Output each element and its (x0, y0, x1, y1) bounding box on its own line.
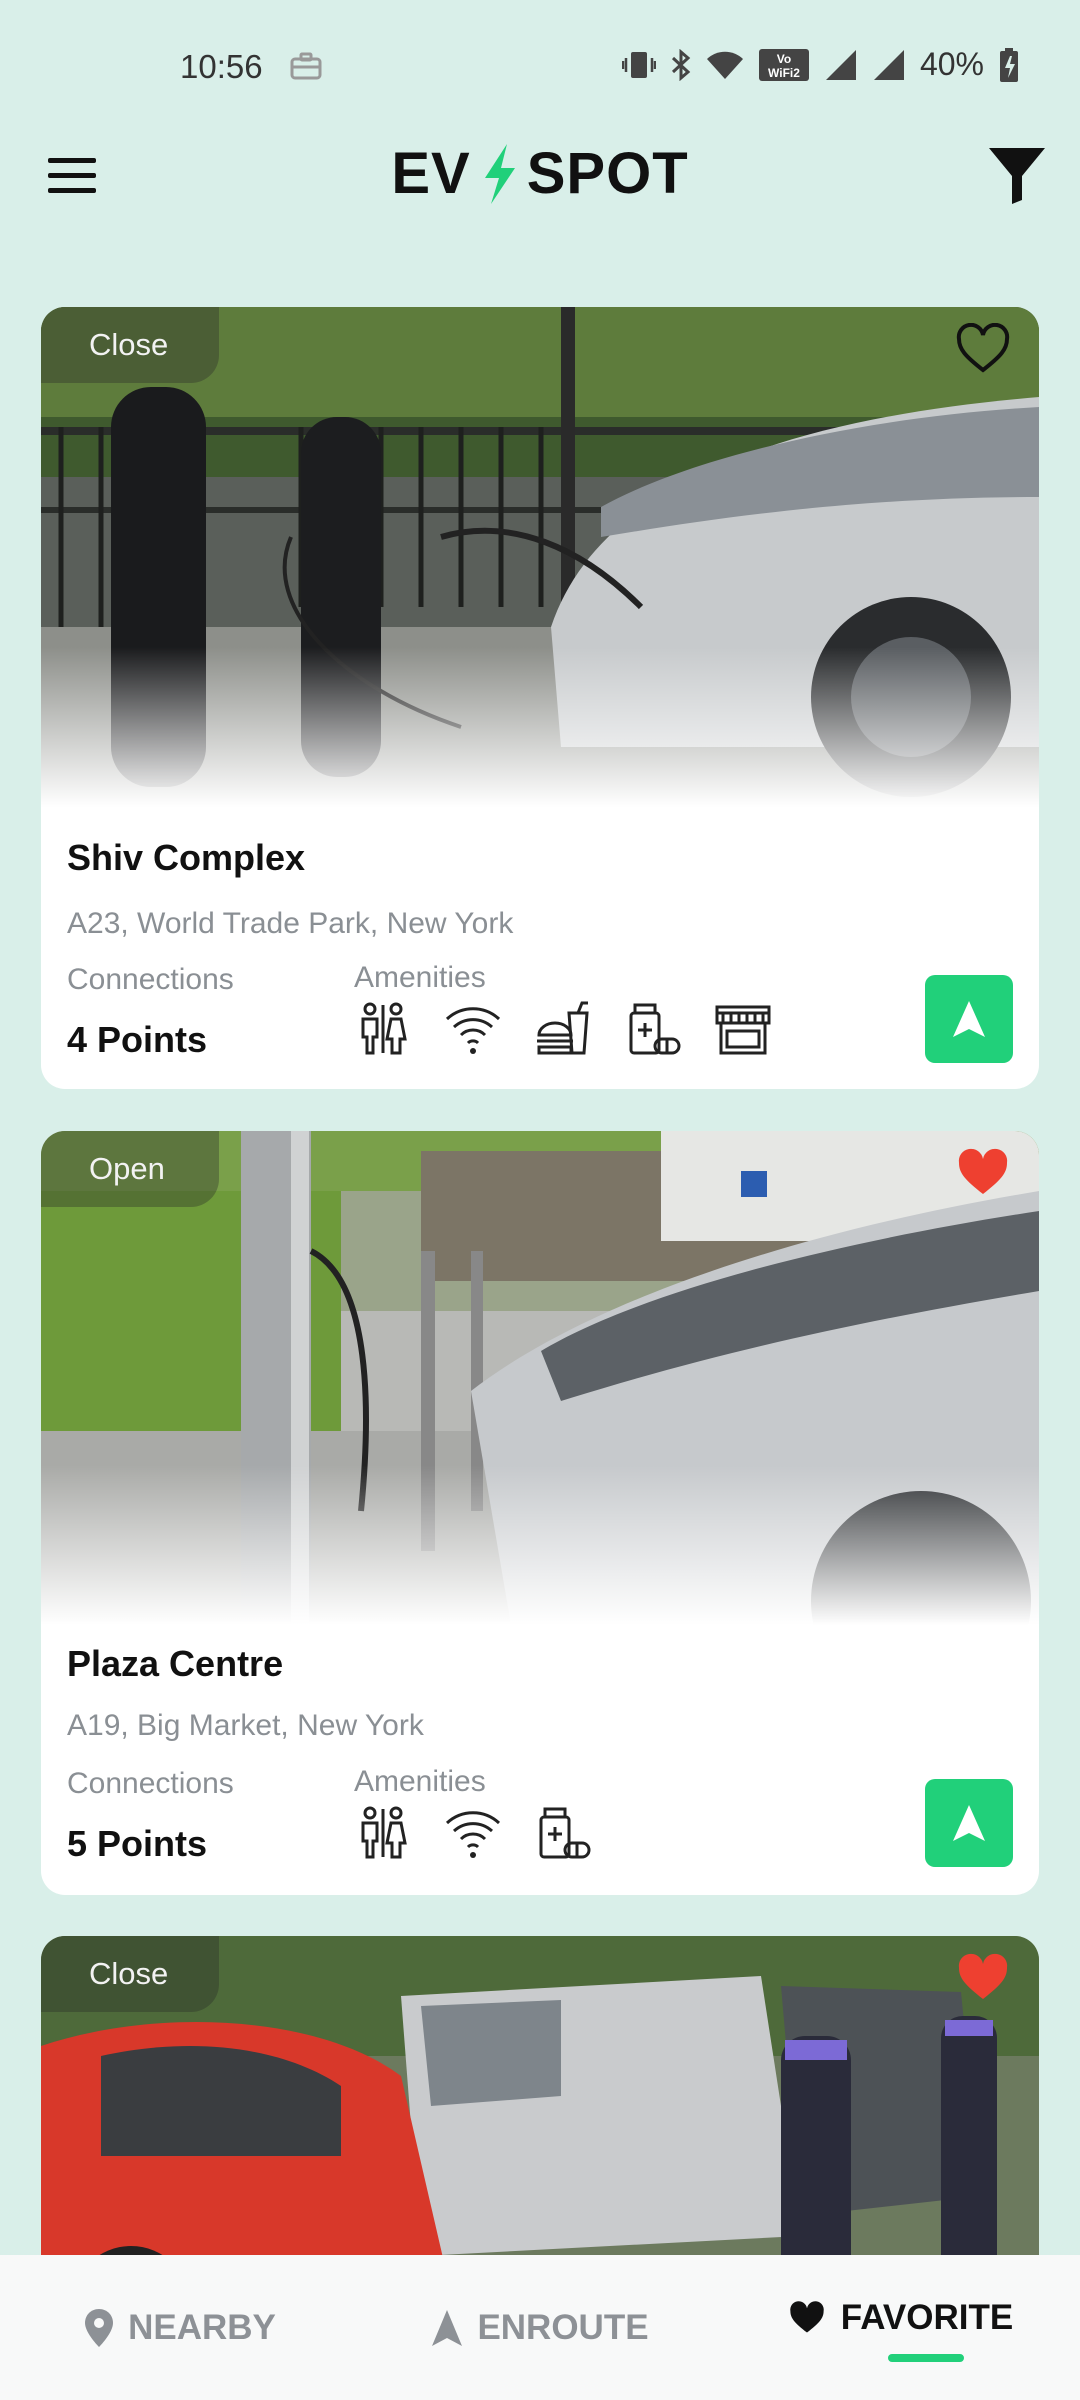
station-name: Plaza Centre (67, 1643, 284, 1684)
station-address: A23, World Trade Park, New York (67, 907, 514, 940)
status-icons: Vo WiFi2 40% (621, 46, 1020, 83)
status-badge: Close (41, 307, 219, 383)
photo-fade (41, 1465, 1039, 1625)
restroom-icon (361, 1002, 407, 1055)
navigate-button[interactable] (925, 1779, 1013, 1867)
connections-label: Connections (67, 963, 234, 996)
wifi-icon (445, 1007, 501, 1054)
lightning-bolt-icon (484, 143, 515, 204)
navigate-button[interactable] (925, 975, 1013, 1063)
food-icon (537, 1001, 589, 1055)
tab-favorite[interactable]: FAVORITE (720, 2255, 1080, 2400)
svg-text:Vo: Vo (777, 52, 791, 66)
status-badge: Open (41, 1131, 219, 1207)
signal-icon (825, 49, 856, 80)
card-body: Shiv Complex A23, World Trade Park, New … (41, 807, 1039, 1089)
favorite-filled-heart-icon[interactable] (955, 1952, 1011, 2004)
amenities-list (353, 1805, 593, 1861)
app-header: EV SPOT (0, 130, 1080, 240)
heart-icon (790, 2300, 824, 2333)
navigation-arrow-icon (953, 1001, 985, 1037)
photo-fade (41, 647, 1039, 807)
tab-enroute-label: ENROUTE (477, 2307, 649, 2347)
station-card[interactable]: Close Shiv Complex A23, World Trade Park… (41, 307, 1039, 1089)
tab-nearby[interactable]: NEARBY (0, 2255, 360, 2400)
logo-text-right: SPOT (526, 141, 689, 206)
wifi-icon (445, 1811, 501, 1858)
wifi-icon (706, 51, 743, 79)
app-logo: EV SPOT (0, 140, 1080, 207)
location-pin-icon (85, 2308, 114, 2347)
signal-icon (873, 49, 904, 80)
battery-icon (1000, 47, 1018, 82)
navigation-arrow-icon (953, 1805, 985, 1841)
status-badge: Close (41, 1936, 219, 2012)
tab-enroute[interactable]: ENROUTE (360, 2255, 720, 2400)
navigation-arrow-icon (432, 2309, 463, 2346)
restroom-icon (361, 1806, 407, 1859)
favorite-outline-heart-icon[interactable] (955, 323, 1011, 375)
station-card[interactable]: Open Plaza Centre A19, Big Market, New Y… (41, 1131, 1039, 1895)
station-address: A19, Big Market, New York (67, 1709, 424, 1742)
pharmacy-icon (629, 1003, 681, 1055)
store-icon (715, 1005, 771, 1055)
amenities-list (353, 1001, 773, 1057)
card-body: Plaza Centre A19, Big Market, New York C… (41, 1625, 1039, 1895)
favorite-filled-heart-icon[interactable] (955, 1147, 1011, 1199)
bluetooth-icon (671, 48, 691, 81)
vowifi-icon: VoWiFi2 (758, 48, 809, 81)
connections-label: Connections (67, 1767, 234, 1800)
status-bar: 10:56 Vo WiFi2 40% (0, 0, 1080, 140)
briefcase-icon (290, 52, 322, 80)
connections-value: 4 Points (67, 1019, 208, 1060)
amenities-label: Amenities (354, 961, 486, 994)
svg-text:WiFi2: WiFi2 (768, 66, 800, 80)
bottom-navigation: NEARBY ENROUTE FAVORITE (0, 2255, 1080, 2400)
status-time: 10:56 (180, 48, 263, 85)
vibrate-icon (621, 51, 656, 78)
connections-value: 5 Points (67, 1823, 208, 1864)
filter-icon[interactable] (986, 144, 1048, 206)
pharmacy-icon (539, 1807, 591, 1859)
station-name: Shiv Complex (67, 837, 306, 878)
tab-favorite-label: FAVORITE (840, 2297, 1014, 2337)
logo-text-left: EV (391, 141, 471, 206)
station-photo: Open (41, 1131, 1039, 1625)
amenities-label: Amenities (354, 1765, 486, 1798)
active-tab-indicator (888, 2354, 964, 2362)
station-photo: Close (41, 307, 1039, 807)
tab-nearby-label: NEARBY (128, 2307, 276, 2347)
battery-percent: 40% (919, 46, 984, 82)
